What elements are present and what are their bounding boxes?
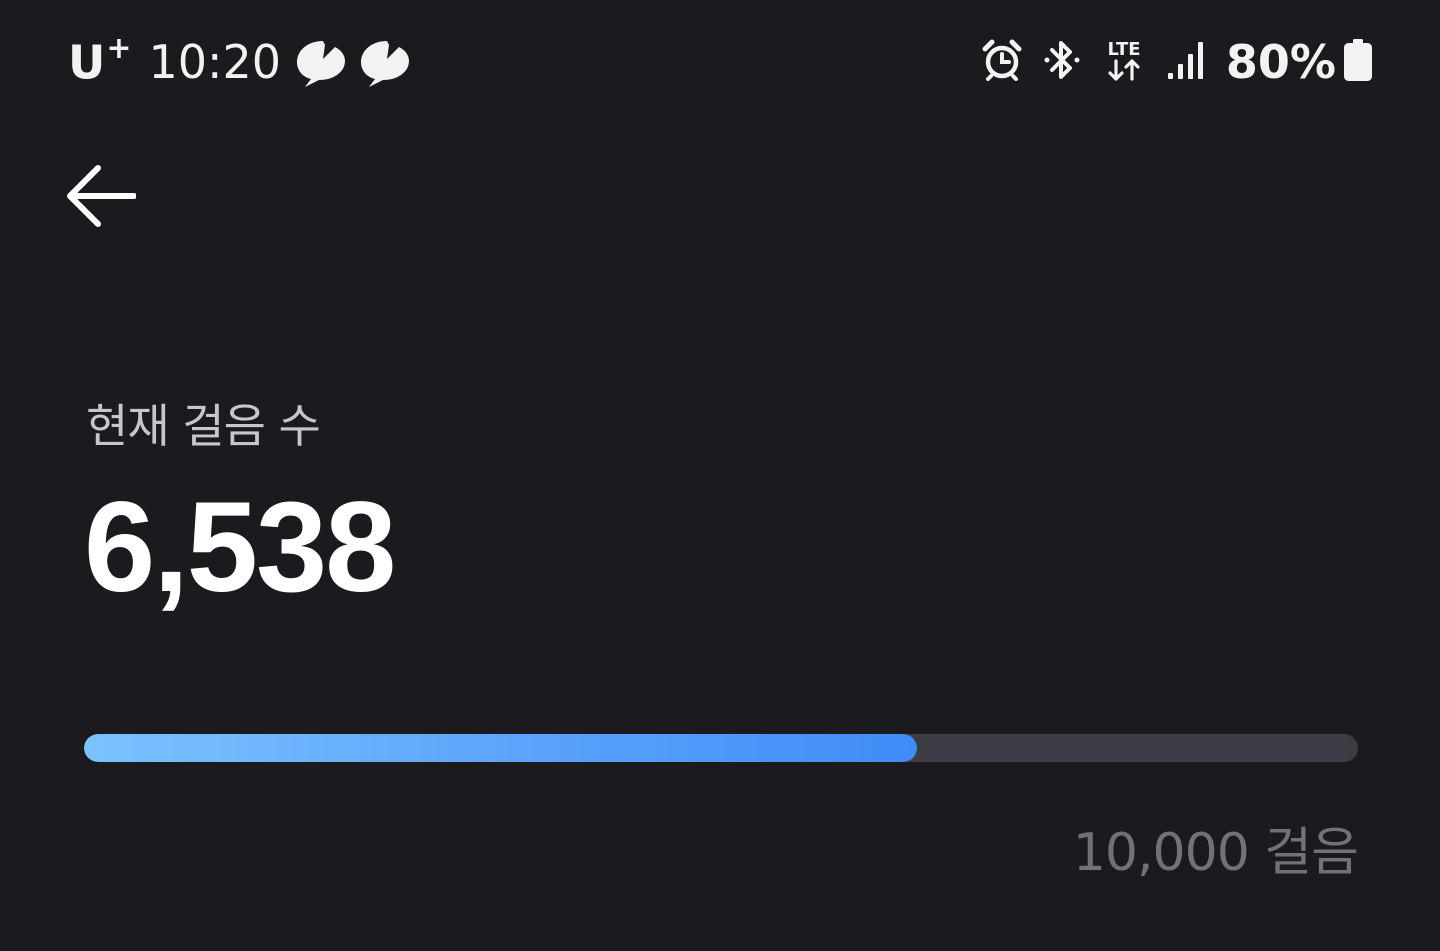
- current-steps-value: 6,538: [84, 476, 396, 619]
- notification-app-icon: [293, 35, 349, 89]
- steps-progress-fill: [84, 734, 917, 762]
- status-bar-left: U+ 10:20: [68, 30, 413, 90]
- battery-percent: 80%: [1225, 35, 1336, 89]
- current-steps-label: 현재 걸음 수: [86, 399, 321, 453]
- status-bar-right: LTE 80%: [982, 34, 1374, 90]
- status-clock: 10:20: [148, 35, 282, 89]
- status-bar: U+ 10:20 LTE 80%: [0, 0, 1440, 124]
- svg-text:LTE: LTE: [1107, 39, 1140, 60]
- steps-goal-label: 10,000 걸음: [1072, 823, 1359, 883]
- notification-app-icon: [357, 35, 413, 89]
- signal-icon: [1166, 39, 1206, 86]
- lte-data-icon: LTE: [1102, 37, 1146, 88]
- back-button[interactable]: [60, 160, 140, 232]
- bluetooth-icon: [1042, 38, 1082, 87]
- alarm-icon: [982, 39, 1022, 86]
- steps-progress-bar: [84, 734, 1358, 762]
- battery-icon: [1342, 38, 1374, 87]
- arrow-left-icon: [67, 165, 136, 227]
- carrier-label: U+: [68, 30, 133, 90]
